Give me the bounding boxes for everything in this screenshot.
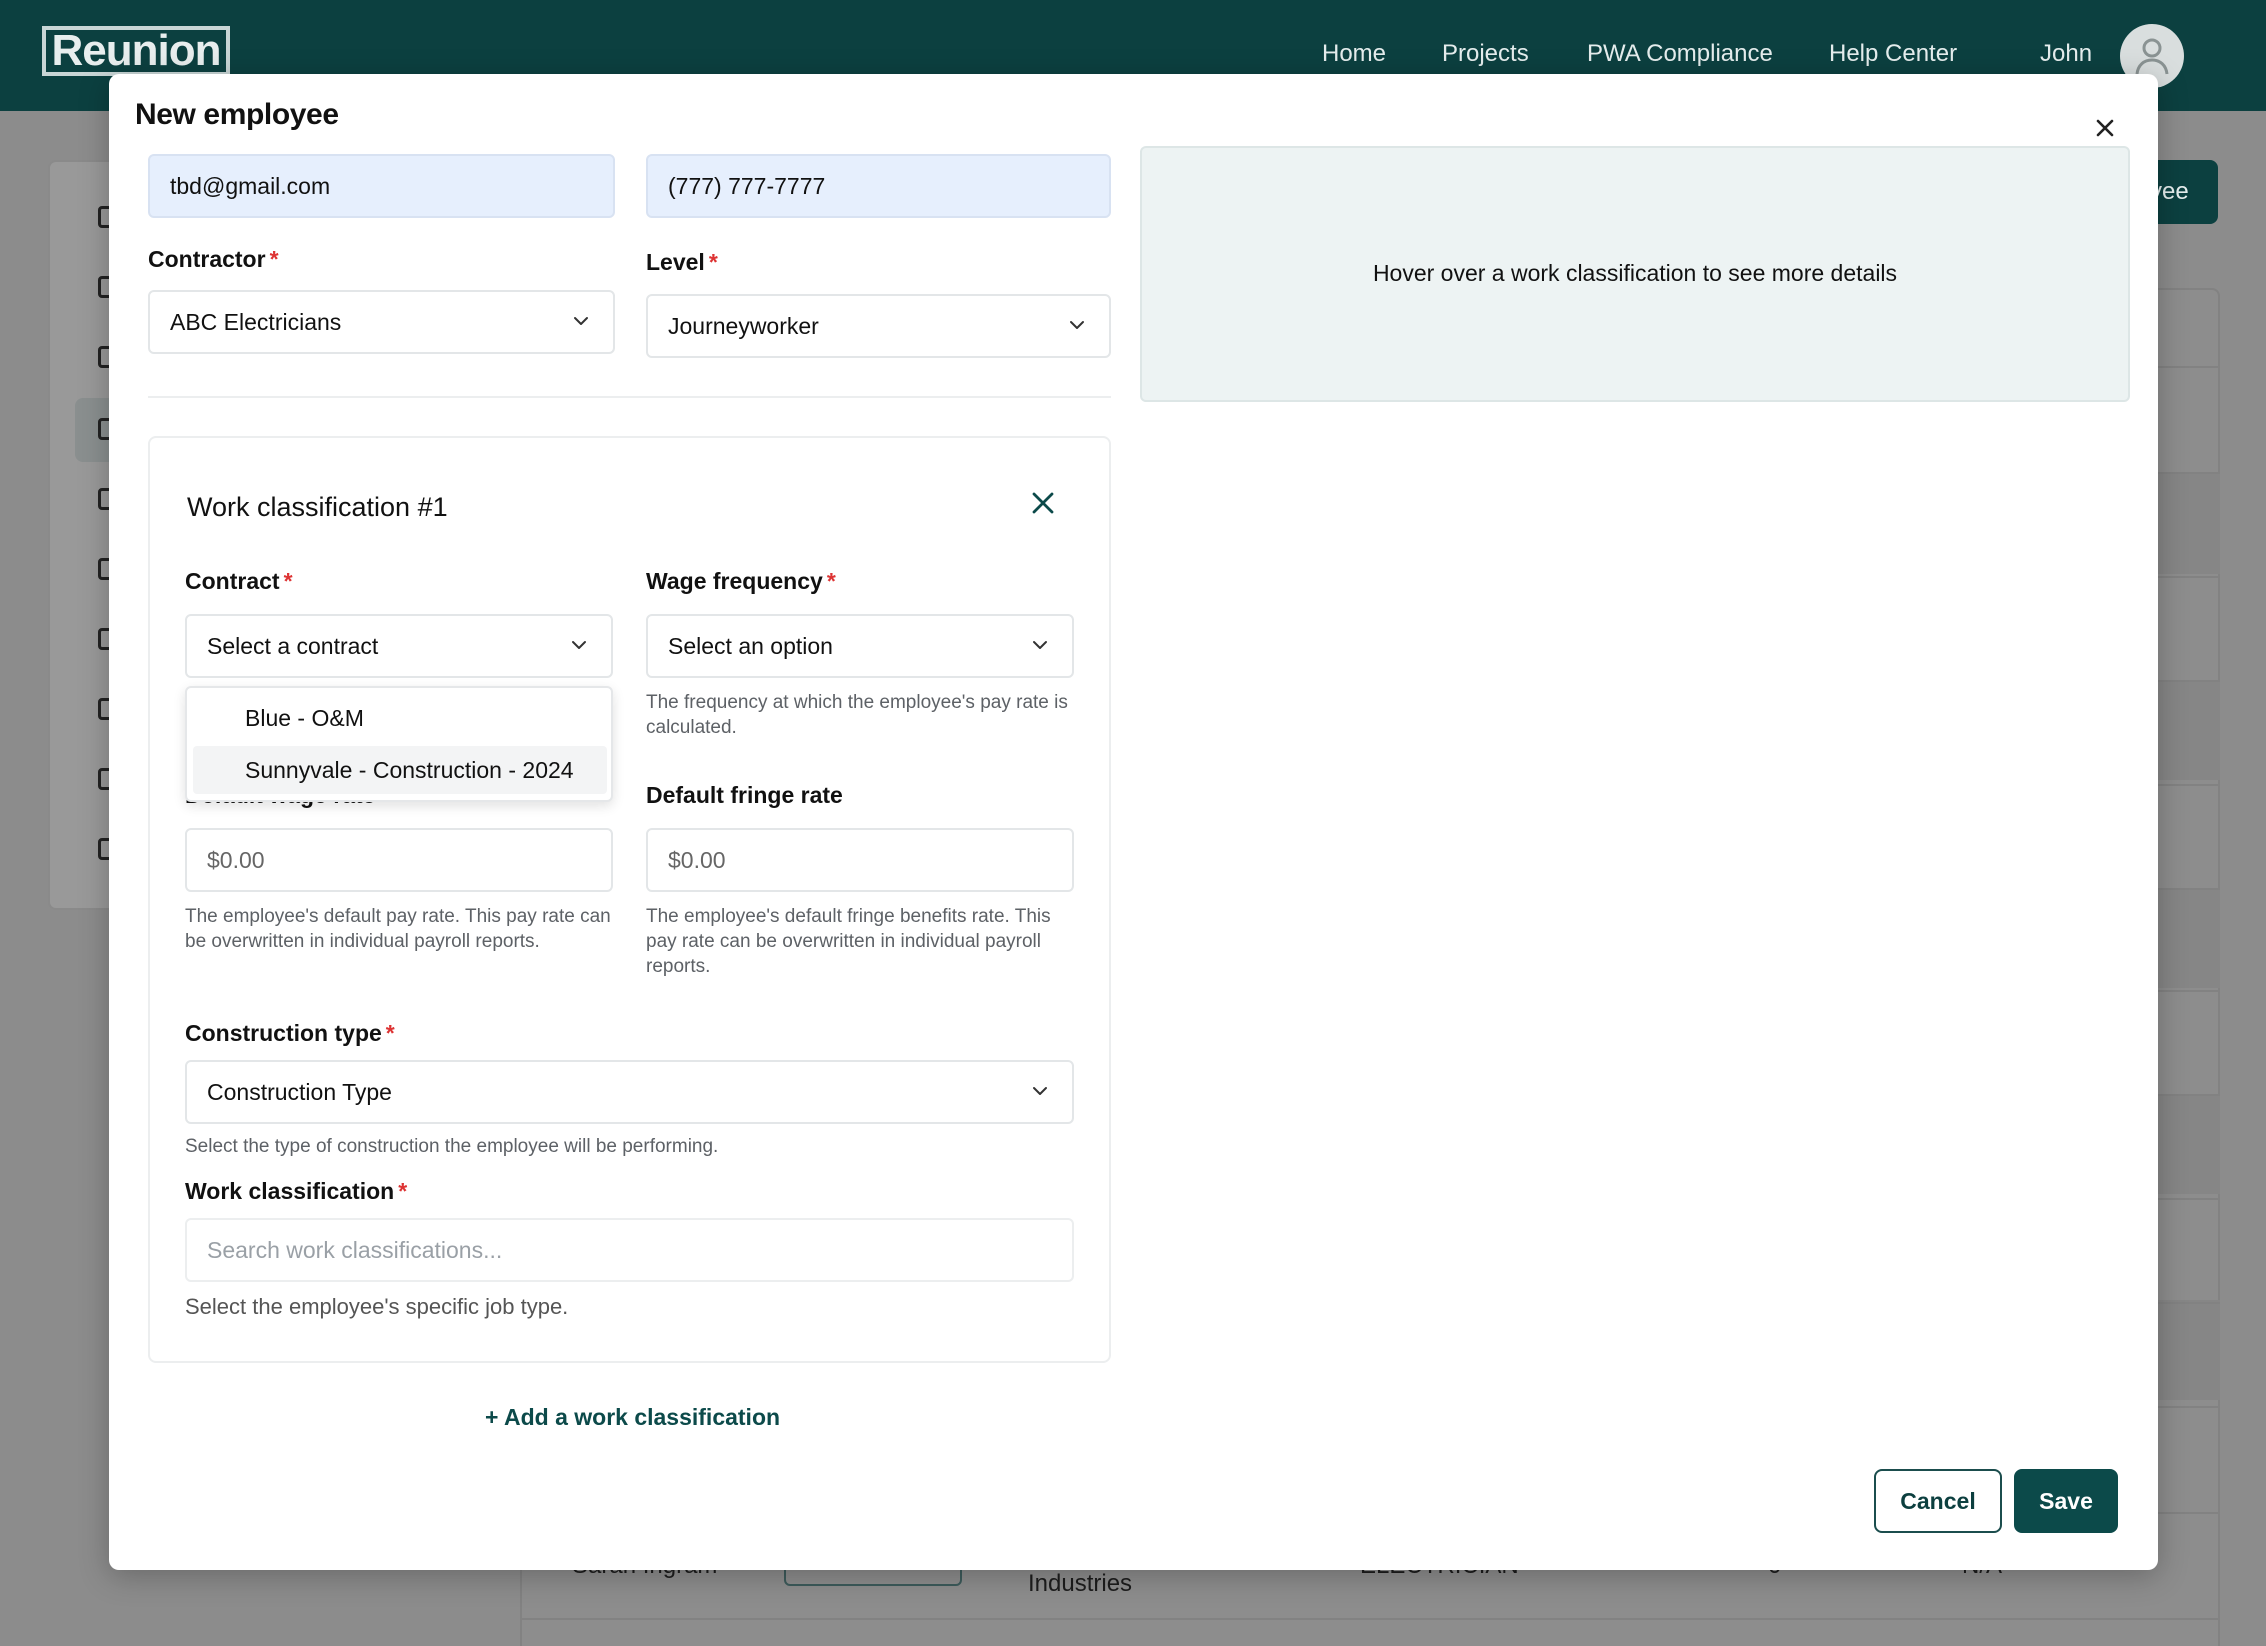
wage-frequency-select[interactable]: Select an option <box>646 614 1074 678</box>
nav-help-center[interactable]: Help Center <box>1829 40 1957 68</box>
contract-label: Contract * <box>185 568 293 594</box>
phone-field[interactable]: (777) 777-7777 <box>646 154 1111 218</box>
cancel-button[interactable]: Cancel <box>1874 1469 2002 1533</box>
wage-frequency-help: The frequency at which the employee's pa… <box>646 692 1068 738</box>
nav-home[interactable]: Home <box>1322 40 1386 68</box>
work-classification-search[interactable]: Search work classifications... <box>185 1218 1074 1282</box>
level-label: Level * <box>646 249 718 275</box>
default-fringe-rate-input[interactable]: $0.00 <box>646 828 1074 892</box>
bg-company: Industries <box>1028 1570 1133 1597</box>
email-field[interactable]: tbd@gmail.com <box>148 154 615 218</box>
construction-type-help: Select the type of construction the empl… <box>185 1136 719 1157</box>
add-work-classification-link[interactable]: + Add a work classification <box>485 1404 780 1431</box>
user-icon <box>2135 38 2169 75</box>
new-employee-modal: New employee tbd@gmail.com (777) 777-777… <box>109 74 2158 1570</box>
default-wage-rate-input[interactable]: $0.00 <box>185 828 613 892</box>
default-fringe-rate-label: Default fringe rate <box>646 782 843 808</box>
save-button[interactable]: Save <box>2014 1469 2118 1533</box>
chevron-down-icon <box>1033 641 1047 649</box>
level-value: Journeyworker <box>668 313 819 339</box>
chevron-down-icon <box>1033 1087 1047 1095</box>
construction-type-select[interactable]: Construction Type <box>185 1060 1074 1124</box>
contract-select[interactable]: Select a contract <box>185 614 613 678</box>
default-fringe-rate-help: The employee's default fringe benefits r… <box>646 906 1051 977</box>
wage-frequency-placeholder: Select an option <box>668 633 833 659</box>
contract-option-blue-om[interactable]: Blue - O&M <box>193 694 607 742</box>
app-logo[interactable]: Reunion <box>42 26 230 76</box>
user-name[interactable]: John <box>2040 40 2092 68</box>
contract-option-sunnyvale-construction-2024[interactable]: Sunnyvale - Construction - 2024 <box>193 746 607 794</box>
work-classification-label: Work classification * <box>185 1178 408 1204</box>
contract-placeholder: Select a contract <box>207 633 379 659</box>
chevron-down-icon <box>1070 321 1084 329</box>
section-divider <box>148 396 1111 398</box>
construction-type-placeholder: Construction Type <box>207 1079 392 1105</box>
construction-type-label: Construction type * <box>185 1020 395 1046</box>
work-classification-help: Select the employee's specific job type. <box>185 1294 569 1319</box>
contractor-label: Contractor * <box>148 246 279 272</box>
nav-projects[interactable]: Projects <box>1442 40 1529 68</box>
chevron-down-icon <box>572 641 586 649</box>
classification-details-panel: Hover over a work classification to see … <box>1140 146 2130 402</box>
default-wage-rate-help: The employee's default pay rate. This pa… <box>185 906 611 952</box>
level-select[interactable]: Journeyworker <box>646 294 1111 358</box>
table-divider <box>520 1618 2220 1620</box>
remove-classification-icon[interactable] <box>1030 490 1056 516</box>
nav-pwa-compliance[interactable]: PWA Compliance <box>1587 40 1773 68</box>
wage-frequency-label: Wage frequency * <box>646 568 836 594</box>
contractor-value: ABC Electricians <box>170 309 342 335</box>
chevron-down-icon <box>574 317 588 325</box>
hover-hint: Hover over a work classification to see … <box>1372 260 1898 286</box>
contract-dropdown-menu: Blue - O&M Sunnyvale - Construction - 20… <box>185 686 613 802</box>
work-classification-title: Work classification #1 <box>187 492 448 522</box>
close-icon[interactable] <box>2089 112 2121 144</box>
modal-title: New employee <box>135 98 339 131</box>
contractor-select[interactable]: ABC Electricians <box>148 290 615 354</box>
